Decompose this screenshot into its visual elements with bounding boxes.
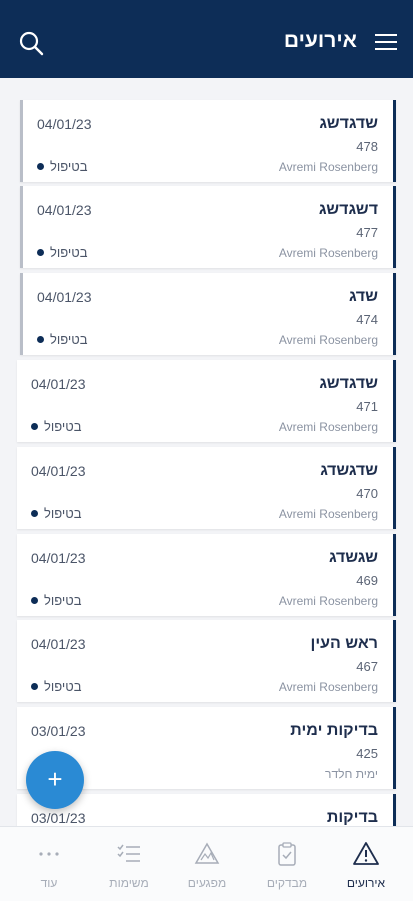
event-date: 04/01/23	[31, 463, 86, 479]
event-card[interactable]: שגשדג 469 Avremi Rosenberg 04/01/23 בטיפ…	[17, 534, 396, 616]
event-date: 04/01/23	[37, 202, 92, 218]
nav-label: משימות	[109, 876, 149, 890]
event-owner: Avremi Rosenberg	[278, 333, 378, 347]
search-icon[interactable]	[18, 30, 44, 56]
checklist-icon	[116, 841, 142, 867]
event-name: דשגדשג	[318, 201, 378, 218]
event-date: 03/01/23	[31, 723, 86, 739]
event-date: 03/01/23	[31, 810, 86, 826]
status-dot-icon	[37, 336, 44, 343]
event-number: 471	[356, 399, 378, 414]
status-dot-icon	[31, 597, 38, 604]
status-label: בטיפול	[50, 159, 88, 174]
hamburger-menu-icon[interactable]	[375, 33, 397, 51]
add-event-button[interactable]: +	[26, 751, 84, 809]
event-date: 04/01/23	[31, 376, 86, 392]
status-dot-icon	[37, 249, 44, 256]
event-name: שדגדשג	[319, 375, 378, 392]
warning-triangle-icon	[353, 841, 379, 867]
status-badge: בטיפול	[37, 332, 88, 347]
event-name: בדיקות	[326, 809, 378, 826]
event-date: 04/01/23	[37, 116, 92, 132]
app-header: אירועים	[0, 0, 413, 78]
event-owner: Avremi Rosenberg	[278, 507, 378, 521]
event-name: שגשדג	[329, 549, 378, 566]
event-card[interactable]: שדגשדג 470 Avremi Rosenberg 04/01/23 בטי…	[17, 447, 396, 529]
status-badge: בטיפול	[37, 159, 88, 174]
nav-label: עוד	[40, 876, 58, 890]
event-name: שדג	[348, 288, 378, 305]
event-card[interactable]: שדג 474 Avremi Rosenberg 04/01/23 בטיפול	[20, 273, 396, 355]
status-dot-icon	[31, 510, 38, 517]
status-label: בטיפול	[44, 593, 82, 608]
bottom-navigation: עוד משימות מפגעים מבדקים אירועים	[0, 826, 413, 901]
clipboard-check-icon	[274, 841, 300, 867]
status-badge: בטיפול	[37, 245, 88, 260]
status-badge: בטיפול	[31, 593, 82, 608]
event-card[interactable]: דשגדשג 477 Avremi Rosenberg 04/01/23 בטי…	[20, 186, 396, 268]
event-owner: Avremi Rosenberg	[278, 160, 378, 174]
event-card[interactable]: שדגדשג 478 Avremi Rosenberg 04/01/23 בטי…	[20, 100, 396, 182]
nav-label: אירועים	[346, 876, 386, 890]
event-name: ראש העין	[310, 635, 379, 652]
event-number: 467	[356, 659, 378, 674]
event-number: 425	[356, 746, 378, 761]
event-owner: Avremi Rosenberg	[278, 246, 378, 260]
event-date: 04/01/23	[37, 289, 92, 305]
nav-tasks[interactable]: משימות	[88, 827, 170, 901]
event-number: 469	[356, 573, 378, 588]
event-card[interactable]: ראש העין 467 Avremi Rosenberg 04/01/23 ב…	[17, 620, 396, 702]
event-card[interactable]: שדגדשג 471 Avremi Rosenberg 04/01/23 בטי…	[17, 360, 396, 442]
event-name: שדגשדג	[320, 462, 378, 479]
nav-inspections[interactable]: מבדקים	[246, 827, 328, 901]
status-label: בטיפול	[50, 245, 88, 260]
nav-hazards[interactable]: מפגעים	[166, 827, 248, 901]
hazard-icon	[194, 841, 220, 867]
nav-more[interactable]: עוד	[8, 827, 90, 901]
event-owner: ימית חלדר	[325, 767, 378, 781]
status-dot-icon	[31, 423, 38, 430]
more-dots-icon	[36, 841, 62, 867]
nav-label: מבדקים	[266, 876, 308, 890]
event-number: 477	[356, 225, 378, 240]
status-dot-icon	[37, 163, 44, 170]
nav-label: מפגעים	[187, 876, 227, 890]
status-label: בטיפול	[44, 679, 82, 694]
event-date: 04/01/23	[31, 636, 86, 652]
event-number: 478	[356, 139, 378, 154]
status-badge: בטיפול	[31, 679, 82, 694]
status-badge: בטיפול	[31, 419, 82, 434]
status-dot-icon	[31, 683, 38, 690]
event-name: שדגדשג	[319, 115, 378, 132]
status-label: בטיפול	[44, 419, 82, 434]
event-owner: Avremi Rosenberg	[278, 420, 378, 434]
status-badge: בטיפול	[31, 506, 82, 521]
events-list[interactable]: שדגדשג 478 Avremi Rosenberg 04/01/23 בטי…	[0, 78, 413, 826]
status-label: בטיפול	[44, 506, 82, 521]
event-owner: Avremi Rosenberg	[278, 594, 378, 608]
page-title: אירועים	[283, 29, 357, 52]
event-number: 470	[356, 486, 378, 501]
event-number: 474	[356, 312, 378, 327]
event-name: בדיקות ימית	[290, 722, 378, 739]
event-date: 04/01/23	[31, 550, 86, 566]
status-label: בטיפול	[50, 332, 88, 347]
event-owner: Avremi Rosenberg	[278, 680, 378, 694]
nav-events[interactable]: אירועים	[325, 827, 407, 901]
